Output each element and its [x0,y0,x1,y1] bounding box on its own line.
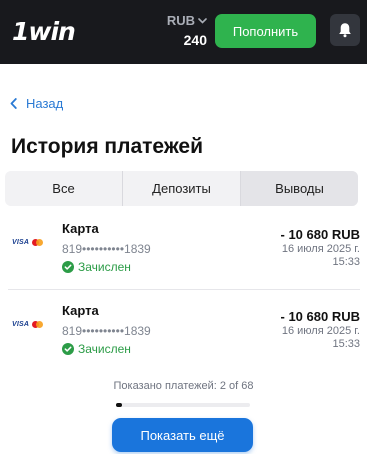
shown-count: Показано платежей: 2 of 68 [113,380,254,392]
payment-date: 16 июля 2025 г. [281,243,360,255]
back-link-label: Назад [26,96,64,111]
check-circle-icon [62,343,74,355]
tab-deposits-label: Депозиты [152,181,211,196]
deposit-button-label: Пополнить [232,23,299,39]
bell-icon [339,23,351,38]
load-progress-bar [116,403,250,407]
payment-time: 15:33 [332,338,360,350]
logo[interactable]: 1win [12,17,76,47]
tab-all[interactable]: Все [5,171,123,206]
payment-type-tabs: Все Депозиты Выводы [5,171,358,206]
payment-row[interactable]: VISA Карта 819••••••••••1839 Зачислен - … [0,301,367,371]
chevron-down-icon [198,17,207,24]
payment-status: Зачислен [62,259,131,275]
balance-widget[interactable]: RUB 240 [167,13,207,49]
top-bar: 1win RUB 240 Пополнить [0,0,367,64]
payment-status-label: Зачислен [78,260,131,274]
visa-icon: VISA [12,239,30,246]
page-title: История платежей [11,135,204,158]
deposit-button[interactable]: Пополнить [215,14,316,48]
mastercard-icon [32,321,44,328]
payment-status-label: Зачислен [78,342,131,356]
card-brand-logos: VISA [12,239,44,246]
currency-selector[interactable]: RUB [167,13,207,28]
check-circle-icon [62,261,74,273]
show-more-label: Показать ещё [140,427,225,443]
payment-row[interactable]: VISA Карта 819••••••••••1839 Зачислен - … [0,219,367,289]
chevron-left-icon [10,98,17,109]
payment-summary: - 10 680 RUB 16 июля 2025 г. 15:33 [281,309,360,351]
row-divider [8,289,360,290]
balance-amount: 240 [183,32,207,48]
tab-all-label: Все [52,181,75,196]
masked-card-number: 819••••••••••1839 [62,324,151,338]
masked-card-number: 819••••••••••1839 [62,242,151,256]
mastercard-icon [32,239,44,246]
payment-time: 15:33 [332,256,360,268]
tab-withdrawals-label: Выводы [275,181,324,196]
tab-withdrawals[interactable]: Выводы [241,171,358,206]
payment-method: Карта [62,221,99,236]
payment-amount: - 10 680 RUB [280,227,360,242]
payment-date: 16 июля 2025 г. [281,325,360,337]
payment-method: Карта [62,303,99,318]
payment-amount: - 10 680 RUB [280,309,360,324]
back-link[interactable]: Назад [10,95,63,112]
card-brand-logos: VISA [12,321,44,328]
show-more-button[interactable]: Показать ещё [112,418,253,452]
currency-label: RUB [166,13,195,28]
visa-icon: VISA [12,321,30,328]
tab-deposits[interactable]: Депозиты [123,171,241,206]
load-progress-fill [116,403,123,407]
payment-summary: - 10 680 RUB 16 июля 2025 г. 15:33 [281,227,360,269]
payment-status: Зачислен [62,341,131,357]
notifications-button[interactable] [330,14,360,46]
